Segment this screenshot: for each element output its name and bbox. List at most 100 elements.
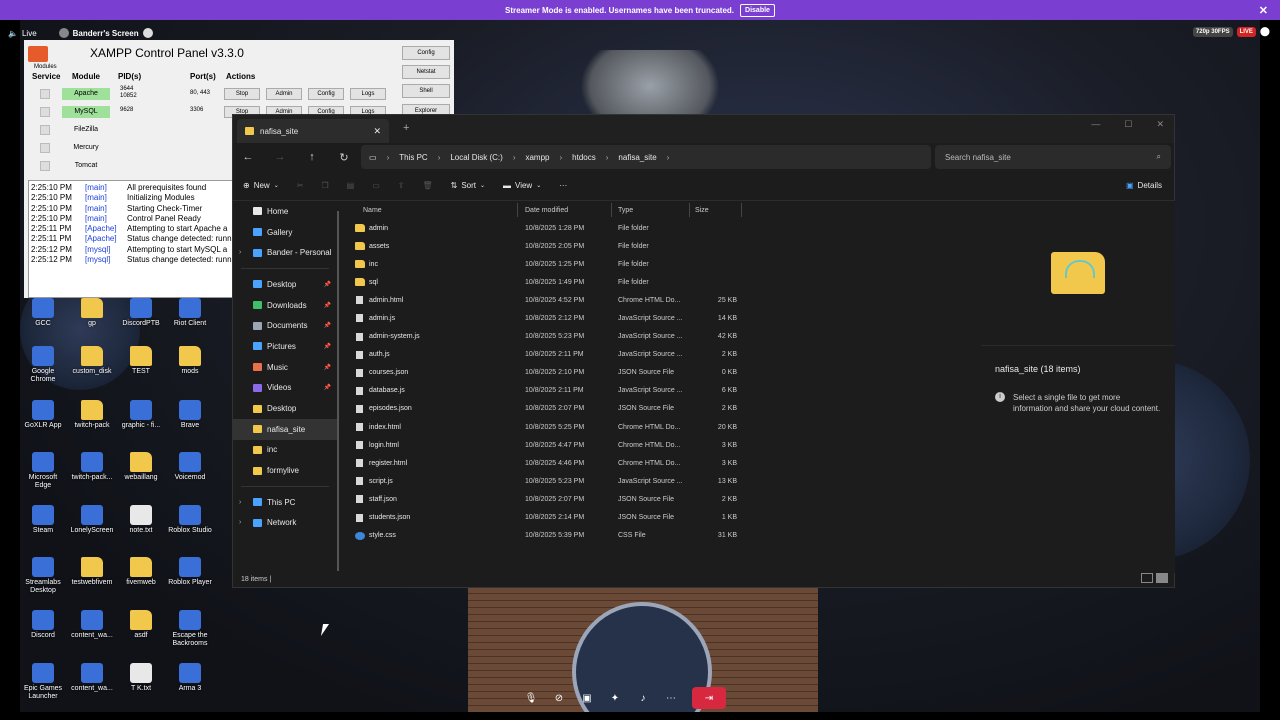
desktop-icon[interactable]: fivemweb — [118, 557, 164, 587]
desktop-icon[interactable]: content_wa... — [69, 663, 115, 693]
service-checkbox[interactable] — [40, 107, 50, 117]
more-icon[interactable]: ··· — [559, 181, 567, 190]
nav-item[interactable]: formylive — [233, 460, 337, 481]
microphone-icon[interactable]: 🎙 — [524, 693, 538, 704]
column-name[interactable]: Name — [363, 207, 382, 214]
desktop-icon[interactable]: twitch-pack... — [69, 452, 115, 482]
new-tab-icon[interactable]: + — [403, 122, 409, 134]
paste-icon[interactable]: ▤ — [347, 181, 355, 190]
screen-share-icon[interactable]: ▣ — [580, 693, 594, 704]
desktop-icon[interactable]: T K.txt — [118, 663, 164, 693]
copy-icon[interactable]: ❐ — [321, 181, 328, 190]
desktop-icon[interactable]: Brave — [167, 400, 213, 430]
nav-item[interactable]: Gallery — [233, 222, 337, 243]
nav-item[interactable]: › Bander - Personal — [233, 242, 337, 263]
desktop-icon[interactable]: Roblox Player — [167, 557, 213, 587]
desktop-icon[interactable]: gp — [69, 298, 115, 328]
nav-item[interactable]: › This PC — [233, 492, 337, 513]
leave-call-button[interactable]: ⇥ — [692, 687, 726, 709]
file-row[interactable]: index.html 10/8/2025 5:25 PM Chrome HTML… — [355, 418, 743, 436]
shell-button[interactable]: Shell — [402, 84, 450, 98]
forward-icon[interactable]: → — [273, 151, 287, 163]
desktop-icon[interactable]: Microsoft Edge — [20, 452, 66, 490]
breadcrumb-xampp[interactable]: xampp — [525, 153, 549, 162]
file-row[interactable]: episodes.json 10/8/2025 2:07 PM JSON Sou… — [355, 400, 743, 418]
camera-off-icon[interactable]: ⊘ — [552, 693, 566, 704]
soundboard-icon[interactable]: ♪ — [636, 693, 650, 704]
admin-button[interactable]: Admin — [266, 88, 302, 100]
desktop-icon[interactable]: asdf — [118, 610, 164, 640]
minimize-icon[interactable]: — — [1091, 119, 1100, 130]
stop-button[interactable]: Stop — [224, 88, 260, 100]
desktop-icon[interactable]: Google Chrome — [20, 346, 66, 384]
file-row[interactable]: script.js 10/8/2025 5:23 PM JavaScript S… — [355, 472, 743, 490]
file-row[interactable]: admin 10/8/2025 1:28 PM File folder — [355, 219, 743, 237]
logs-button[interactable]: Logs — [350, 88, 386, 100]
nav-item[interactable]: Documents 📌 — [233, 315, 337, 336]
nav-item[interactable]: Downloads 📌 — [233, 295, 337, 316]
share-icon[interactable]: ⇪ — [398, 181, 405, 190]
nav-item[interactable]: Home — [233, 201, 337, 222]
desktop-icon[interactable]: mods — [167, 346, 213, 376]
column-size[interactable]: Size — [695, 207, 709, 214]
desktop-icon[interactable]: Discord — [20, 610, 66, 640]
close-tab-icon[interactable]: ✕ — [373, 126, 381, 137]
file-row[interactable]: register.html 10/8/2025 4:46 PM Chrome H… — [355, 454, 743, 472]
view-button[interactable]: ▬ View ⌄ — [503, 181, 541, 190]
address-bar[interactable]: ▭ › This PC › Local Disk (C:) › xampp › … — [361, 145, 931, 169]
new-button[interactable]: ⊕ New ⌄ — [243, 181, 279, 190]
netstat-button[interactable]: Netstat — [402, 65, 450, 79]
desktop-icon[interactable]: testwebfivem — [69, 557, 115, 587]
desktop-icon[interactable]: graphic - fi... — [118, 400, 164, 430]
close-window-icon[interactable]: ✕ — [1156, 119, 1164, 130]
desktop-icon[interactable]: content_wa... — [69, 610, 115, 640]
nav-item[interactable]: Videos 📌 — [233, 378, 337, 399]
details-button[interactable]: ▣ Details — [1126, 181, 1162, 190]
up-icon[interactable]: ↑ — [305, 151, 319, 163]
file-row[interactable]: admin.html 10/8/2025 4:52 PM Chrome HTML… — [355, 291, 743, 309]
desktop-icon[interactable]: LonelyScreen — [69, 505, 115, 535]
breadcrumb-this-pc[interactable]: This PC — [399, 153, 427, 162]
nav-item[interactable]: Music 📌 — [233, 357, 337, 378]
file-row[interactable]: staff.json 10/8/2025 2:07 PM JSON Source… — [355, 490, 743, 508]
desktop-icon[interactable]: Streamlabs Desktop — [20, 557, 66, 595]
file-row[interactable]: admin.js 10/8/2025 2:12 PM JavaScript So… — [355, 309, 743, 327]
popout-icon[interactable]: ⬤ — [1260, 26, 1270, 37]
nav-scrollbar[interactable] — [337, 211, 339, 571]
sort-button[interactable]: ⇅ Sort ⌄ — [451, 181, 485, 190]
desktop-icon[interactable]: Epic Games Launcher — [20, 663, 66, 701]
rename-icon[interactable]: ▭ — [372, 181, 380, 190]
nav-item[interactable]: › Network — [233, 513, 337, 534]
refresh-icon[interactable]: ↻ — [337, 151, 351, 164]
desktop-icon[interactable]: GoXLR App — [20, 400, 66, 430]
breadcrumb-nafisa-site[interactable]: nafisa_site — [618, 153, 656, 162]
nav-item[interactable]: Desktop — [233, 398, 337, 419]
desktop-icon[interactable]: Voicemod — [167, 452, 213, 482]
service-checkbox[interactable] — [40, 161, 50, 171]
file-row[interactable]: login.html 10/8/2025 4:47 PM Chrome HTML… — [355, 436, 743, 454]
details-view-icon[interactable] — [1141, 573, 1153, 583]
tiles-view-icon[interactable] — [1156, 573, 1168, 583]
service-checkbox[interactable] — [40, 125, 50, 135]
column-type[interactable]: Type — [618, 207, 633, 214]
file-row[interactable]: style.css 10/8/2025 5:39 PM CSS File 31 … — [355, 527, 743, 545]
chevron-right-icon[interactable]: › — [239, 249, 241, 256]
desktop-icon[interactable]: Escape the Backrooms — [167, 610, 213, 648]
activities-icon[interactable]: ✦ — [608, 693, 622, 704]
maximize-icon[interactable]: ☐ — [1124, 119, 1132, 130]
file-row[interactable]: assets 10/8/2025 2:05 PM File folder — [355, 237, 743, 255]
service-checkbox[interactable] — [40, 143, 50, 153]
file-row[interactable]: inc 10/8/2025 1:25 PM File folder — [355, 255, 743, 273]
column-date[interactable]: Date modified — [525, 207, 568, 214]
desktop-icon[interactable]: Steam — [20, 505, 66, 535]
config-button[interactable]: Config — [402, 46, 450, 60]
module-config-button[interactable]: Config — [308, 88, 344, 100]
back-icon[interactable]: ← — [241, 151, 255, 163]
cut-icon[interactable]: ✂ — [297, 181, 304, 190]
desktop-icon[interactable]: DiscordPTB — [118, 298, 164, 328]
desktop-icon[interactable]: TEST — [118, 346, 164, 376]
desktop-icon[interactable]: Roblox Studio — [167, 505, 213, 535]
file-row[interactable]: database.js 10/8/2025 2:11 PM JavaScript… — [355, 382, 743, 400]
desktop-icon[interactable]: twitch-pack — [69, 400, 115, 430]
service-checkbox[interactable] — [40, 89, 50, 99]
